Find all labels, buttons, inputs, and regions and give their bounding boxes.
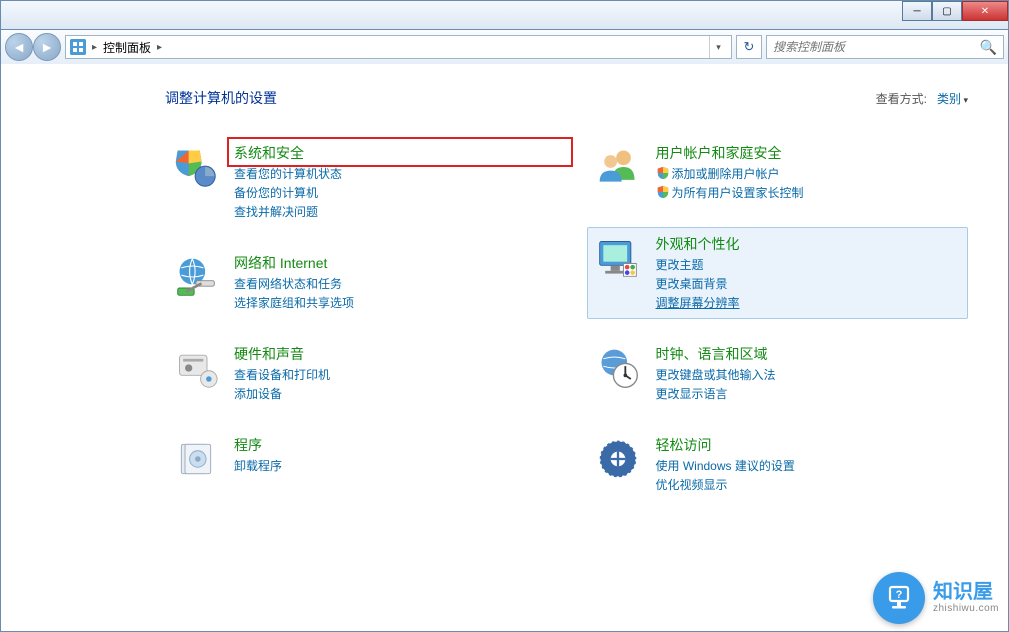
address-bar[interactable]: ▸ 控制面板 ▸ ▾ [65,35,732,59]
view-by: 查看方式: 类别 [876,90,968,107]
category-icon [172,143,220,191]
category-column-right: 用户帐户和家庭安全添加或删除用户帐户为所有用户设置家长控制外观和个性化更改主题更… [587,136,969,501]
title-bar: ─ ▢ ✕ [0,0,1009,30]
content-header: 调整计算机的设置 查看方式: 类别 [41,88,968,108]
category-sublink[interactable]: 添加设备 [234,385,540,403]
category-title[interactable]: 时钟、语言和区域 [656,344,962,364]
category-sublink[interactable]: 查看设备和打印机 [234,366,540,384]
category-sublink[interactable]: 更改显示语言 [656,385,962,403]
category-sublink[interactable]: 备份您的计算机 [234,184,540,202]
watermark-domain: zhishiwu.com [933,603,999,614]
category-body: 时钟、语言和区域更改键盘或其他输入法更改显示语言 [656,344,962,403]
category-title[interactable]: 网络和 Internet [234,253,540,273]
close-button[interactable]: ✕ [962,1,1008,21]
category-links: 使用 Windows 建议的设置优化视频显示 [656,457,962,494]
nav-arrows: ◄ ► [5,33,61,61]
category-item: 轻松访问使用 Windows 建议的设置优化视频显示 [587,428,969,501]
category-icon [594,344,642,392]
category-icon [172,253,220,301]
shield-icon [656,185,669,198]
category-sublink[interactable]: 更改主题 [656,256,962,274]
category-icon [594,234,642,282]
category-links: 查看网络状态和任务选择家庭组和共享选项 [234,275,540,312]
shield-icon [656,166,669,179]
back-button[interactable]: ◄ [5,33,33,61]
category-links: 更改键盘或其他输入法更改显示语言 [656,366,962,403]
category-sublink[interactable]: 选择家庭组和共享选项 [234,294,540,312]
search-input[interactable] [773,40,980,54]
nav-bar: ◄ ► ▸ 控制面板 ▸ ▾ ↻ 🔍 [0,30,1009,64]
breadcrumb-item[interactable]: 控制面板 [103,39,151,56]
category-title[interactable]: 硬件和声音 [234,344,540,364]
category-title[interactable]: 用户帐户和家庭安全 [656,143,962,163]
page-title: 调整计算机的设置 [165,88,277,108]
view-by-dropdown[interactable]: 类别 [937,90,968,107]
category-links: 更改主题更改桌面背景调整屏幕分辨率 [656,256,962,312]
content-pane: 调整计算机的设置 查看方式: 类别 系统和安全查看您的计算机状态备份您的计算机查… [0,64,1009,632]
category-grid: 系统和安全查看您的计算机状态备份您的计算机查找并解决问题网络和 Internet… [41,136,968,501]
breadcrumb-separator[interactable]: ▸ [92,42,97,53]
category-item: 程序卸载程序 [165,428,547,490]
category-item: 硬件和声音查看设备和打印机添加设备 [165,337,547,410]
category-item: 网络和 Internet查看网络状态和任务选择家庭组和共享选项 [165,246,547,319]
category-icon [594,435,642,483]
category-sublink[interactable]: 调整屏幕分辨率 [656,294,962,312]
category-column-left: 系统和安全查看您的计算机状态备份您的计算机查找并解决问题网络和 Internet… [165,136,547,501]
category-body: 轻松访问使用 Windows 建议的设置优化视频显示 [656,435,962,494]
category-sublink[interactable]: 卸载程序 [234,457,540,475]
category-icon [594,143,642,191]
category-item: 外观和个性化更改主题更改桌面背景调整屏幕分辨率 [587,227,969,319]
category-sublink[interactable]: 为所有用户设置家长控制 [656,184,962,202]
category-sublink[interactable]: 添加或删除用户帐户 [656,165,962,183]
category-title[interactable]: 程序 [234,435,540,455]
view-by-label: 查看方式: [876,90,927,107]
category-sublink[interactable]: 查找并解决问题 [234,203,540,221]
window-controls: ─ ▢ ✕ [902,1,1008,21]
search-box[interactable]: 🔍 [766,35,1004,59]
category-links: 卸载程序 [234,457,540,475]
category-sublink[interactable]: 更改键盘或其他输入法 [656,366,962,384]
watermark: ? 知识屋 zhishiwu.com [873,572,999,624]
category-body: 硬件和声音查看设备和打印机添加设备 [234,344,540,403]
category-icon [172,344,220,392]
forward-button[interactable]: ► [33,33,61,61]
maximize-button[interactable]: ▢ [932,1,962,21]
control-panel-icon [70,39,86,55]
address-dropdown[interactable]: ▾ [709,36,727,58]
breadcrumb-separator[interactable]: ▸ [157,42,162,53]
svg-text:?: ? [896,589,903,601]
category-item: 用户帐户和家庭安全添加或删除用户帐户为所有用户设置家长控制 [587,136,969,209]
category-links: 查看您的计算机状态备份您的计算机查找并解决问题 [234,165,540,221]
category-item: 时钟、语言和区域更改键盘或其他输入法更改显示语言 [587,337,969,410]
watermark-text: 知识屋 zhishiwu.com [933,582,999,614]
category-body: 程序卸载程序 [234,435,540,483]
category-title[interactable]: 轻松访问 [656,435,962,455]
category-sublink[interactable]: 更改桌面背景 [656,275,962,293]
category-sublink[interactable]: 查看网络状态和任务 [234,275,540,293]
category-body: 外观和个性化更改主题更改桌面背景调整屏幕分辨率 [656,234,962,312]
minimize-button[interactable]: ─ [902,1,932,21]
category-sublink[interactable]: 使用 Windows 建议的设置 [656,457,962,475]
category-body: 网络和 Internet查看网络状态和任务选择家庭组和共享选项 [234,253,540,312]
category-body: 系统和安全查看您的计算机状态备份您的计算机查找并解决问题 [234,143,540,221]
category-item: 系统和安全查看您的计算机状态备份您的计算机查找并解决问题 [165,136,547,228]
watermark-logo: ? [873,572,925,624]
category-body: 用户帐户和家庭安全添加或删除用户帐户为所有用户设置家长控制 [656,143,962,202]
category-links: 查看设备和打印机添加设备 [234,366,540,403]
category-title[interactable]: 外观和个性化 [656,234,962,254]
search-icon[interactable]: 🔍 [980,39,997,56]
refresh-button[interactable]: ↻ [736,35,762,59]
category-sublink[interactable]: 查看您的计算机状态 [234,165,540,183]
category-title[interactable]: 系统和安全 [234,143,540,163]
category-links: 添加或删除用户帐户为所有用户设置家长控制 [656,165,962,202]
watermark-brand: 知识屋 [933,582,999,603]
category-icon [172,435,220,483]
category-sublink[interactable]: 优化视频显示 [656,476,962,494]
